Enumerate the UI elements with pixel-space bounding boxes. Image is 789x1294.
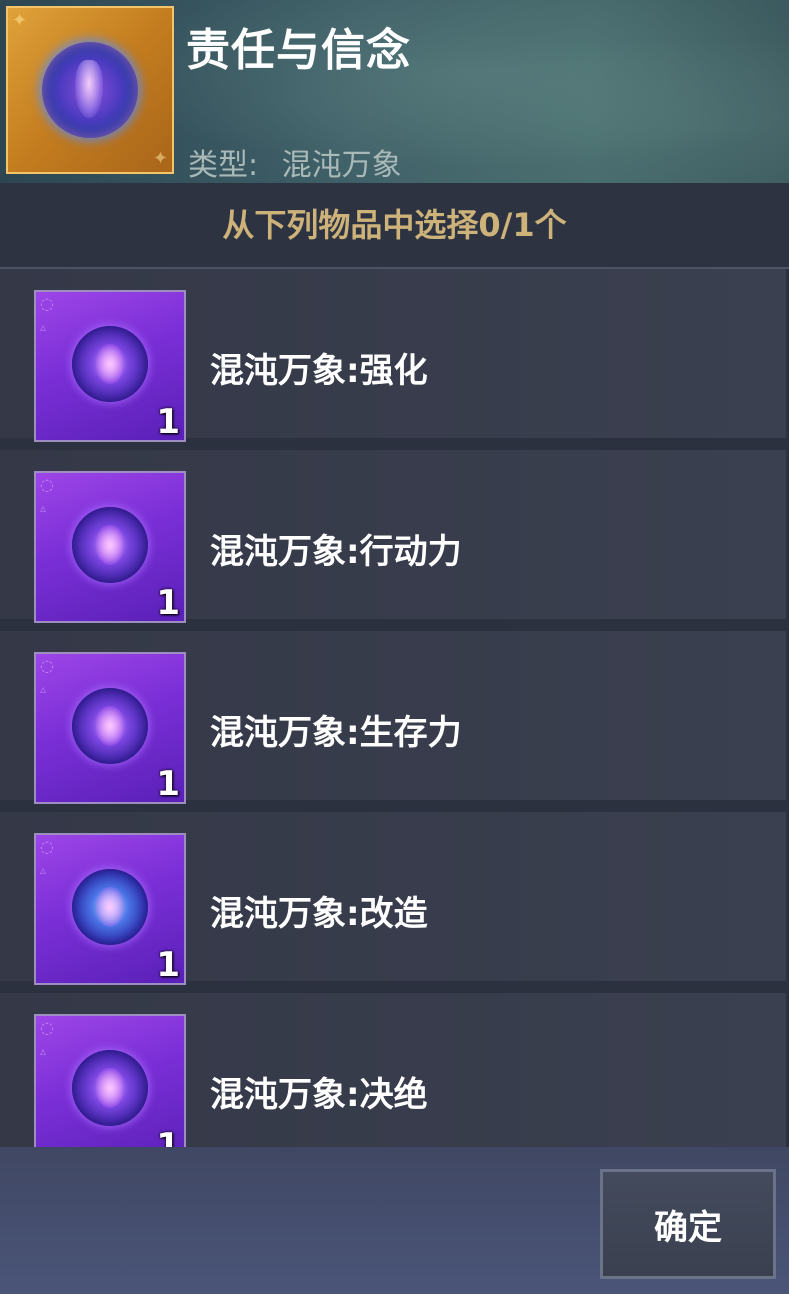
list-item[interactable]: ◌ ▵ 1 混沌万象:决绝 xyxy=(0,993,786,1147)
orb-graphic xyxy=(72,1050,148,1126)
type-label: 类型: xyxy=(188,148,259,183)
list-item[interactable]: ◌ ▵ 1 混沌万象:生存力 xyxy=(0,631,786,804)
corner-ornament: ✦ xyxy=(152,148,168,169)
orb-graphic xyxy=(72,507,148,583)
reward-type: 类型: 混沌万象 xyxy=(188,140,402,183)
resolve-orb-icon: ◌ ▵ 1 xyxy=(34,1014,186,1147)
modify-orb-icon: ◌ ▵ 1 xyxy=(34,833,186,985)
item-name: 混沌万象:决绝 xyxy=(210,1075,428,1115)
item-count: 1 xyxy=(156,402,180,442)
chaos-orb-figure-icon: ✦ ✦ xyxy=(6,6,174,174)
reward-header: ✦ ✦ 责任与信念 类型: 混沌万象 xyxy=(0,0,789,183)
rune-glyph: ▵ xyxy=(40,501,47,515)
survival-orb-icon: ◌ ▵ 1 xyxy=(34,652,186,804)
rune-glyph: ◌ xyxy=(40,837,54,856)
item-count: 1 xyxy=(156,583,180,623)
list-item[interactable]: ◌ ▵ 1 混沌万象:行动力 xyxy=(0,450,786,623)
item-name: 混沌万象:行动力 xyxy=(210,532,462,572)
rune-glyph: ◌ xyxy=(40,294,54,313)
rune-glyph: ◌ xyxy=(40,475,54,494)
list-item[interactable]: ◌ ▵ 1 混沌万象:改造 xyxy=(0,812,786,985)
orb-graphic xyxy=(72,869,148,945)
item-count: 1 xyxy=(156,764,180,804)
rune-glyph: ◌ xyxy=(40,656,54,675)
rune-glyph: ▵ xyxy=(40,863,47,877)
item-count: 1 xyxy=(156,945,180,985)
orb-graphic xyxy=(42,42,138,138)
reward-title: 责任与信念 xyxy=(186,25,411,76)
item-count: 1 xyxy=(156,1126,180,1147)
corner-ornament: ✦ xyxy=(12,10,28,31)
rune-glyph: ▵ xyxy=(40,682,47,696)
item-name: 混沌万象:强化 xyxy=(210,351,428,391)
item-list[interactable]: ◌ ▵ 1 混沌万象:强化 ◌ ▵ 1 混沌万象:行动力 ◌ ▵ 1 混沌万象:… xyxy=(0,269,786,1147)
rune-glyph: ▵ xyxy=(40,320,47,334)
confirm-button[interactable]: 确定 xyxy=(600,1169,776,1279)
rune-glyph: ▵ xyxy=(40,1044,47,1058)
enhance-orb-icon: ◌ ▵ 1 xyxy=(34,290,186,442)
orb-graphic xyxy=(72,688,148,764)
item-name: 混沌万象:生存力 xyxy=(210,713,462,753)
rune-glyph: ◌ xyxy=(40,1018,54,1037)
orb-graphic xyxy=(72,326,148,402)
action-orb-icon: ◌ ▵ 1 xyxy=(34,471,186,623)
item-name: 混沌万象:改造 xyxy=(210,894,428,934)
list-item[interactable]: ◌ ▵ 1 混沌万象:强化 xyxy=(0,269,786,442)
selection-prompt: 从下列物品中选择0/1个 xyxy=(0,183,789,269)
type-value: 混沌万象 xyxy=(281,148,402,183)
